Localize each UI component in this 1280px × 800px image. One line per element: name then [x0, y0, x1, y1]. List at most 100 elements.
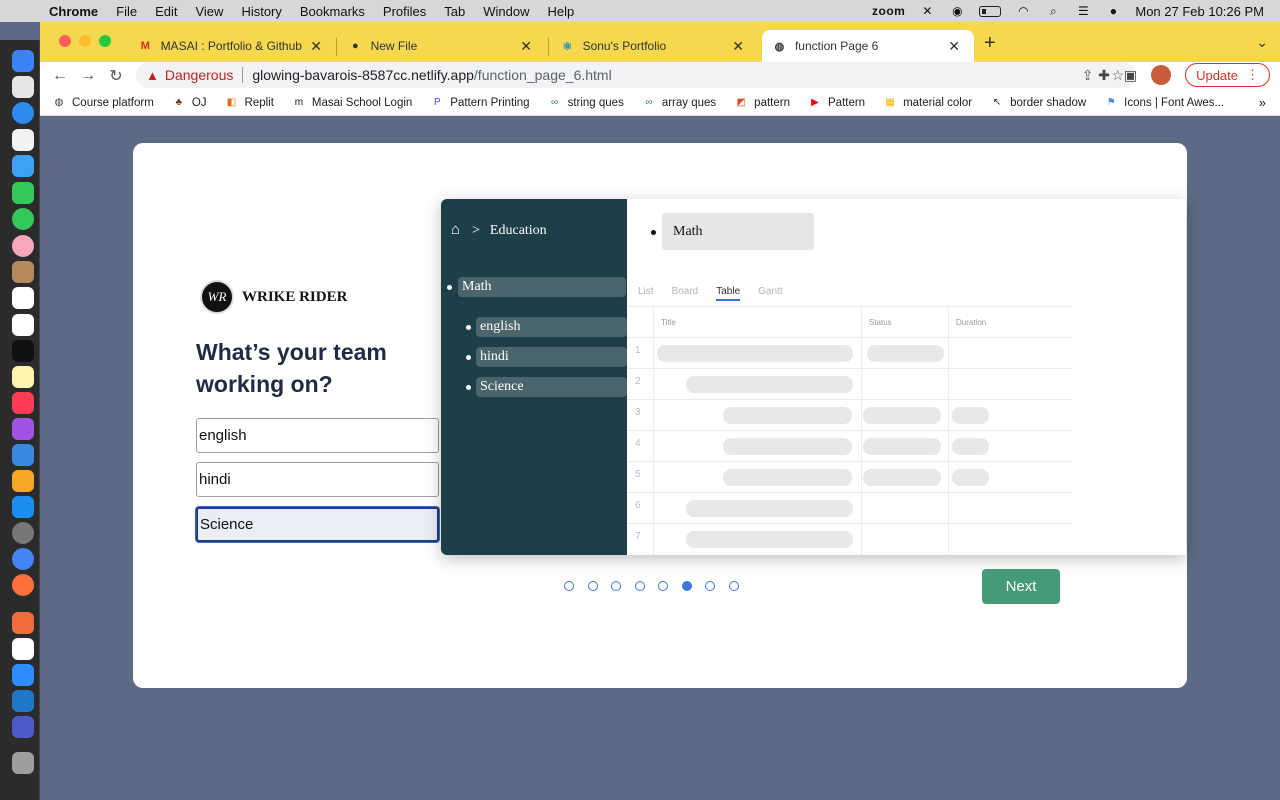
menu-profiles[interactable]: Profiles [374, 4, 435, 19]
reload-icon[interactable]: ↻ [102, 66, 130, 86]
reminders-dock-icon[interactable] [12, 314, 34, 336]
notes-dock-icon[interactable] [12, 366, 34, 388]
app-store-dock-icon[interactable] [12, 496, 34, 518]
pager-dot[interactable] [705, 581, 715, 591]
bookmark-item[interactable]: ∞ array ques [642, 96, 716, 110]
facetime-dock-icon[interactable] [12, 182, 34, 204]
next-button[interactable]: Next [982, 569, 1060, 604]
bookmark-item[interactable]: ↖ border shadow [990, 96, 1086, 110]
menu-app-name[interactable]: Chrome [40, 4, 107, 19]
safari-dock-icon[interactable] [12, 102, 34, 124]
bookmark-item[interactable]: ◍ Course platform [52, 96, 154, 110]
team-input-1[interactable] [196, 418, 439, 453]
minimize-window-button[interactable] [79, 35, 91, 47]
team-input-3[interactable] [196, 507, 439, 542]
more-bookmarks-chevron-icon[interactable]: » [1259, 95, 1280, 110]
zoom-dock-icon[interactable] [12, 664, 34, 686]
close-window-button[interactable] [59, 35, 71, 47]
tab-function-page-6[interactable]: ◍ function Page 6 ✕ [762, 30, 974, 62]
wifi-icon[interactable]: ◠ [1015, 4, 1031, 18]
menu-help[interactable]: Help [539, 4, 584, 19]
maximize-window-button[interactable] [99, 35, 111, 47]
battery-icon[interactable] [979, 5, 1002, 17]
menu-window[interactable]: Window [474, 4, 538, 19]
menu-edit[interactable]: Edit [146, 4, 186, 19]
tv-dock-icon[interactable] [12, 340, 34, 362]
close-tab-icon[interactable]: ✕ [944, 38, 964, 55]
tab-sonu-portfolio[interactable]: ⚛ Sonu's Portfolio ✕ [550, 30, 758, 62]
chrome-dock-icon[interactable] [12, 548, 34, 570]
bookmark-item[interactable]: ⚑ Icons | Font Awes... [1104, 96, 1224, 110]
bookmark-item[interactable]: m Masai School Login [292, 96, 413, 110]
bookmark-item[interactable]: P Pattern Printing [430, 96, 530, 110]
pager-dot[interactable] [564, 581, 574, 591]
security-status-label[interactable]: Dangerous [165, 67, 234, 83]
mail-dock-icon[interactable] [12, 155, 34, 177]
pager-dot[interactable] [658, 581, 668, 591]
side-panel-icon[interactable]: ▣ [1124, 67, 1137, 84]
photos-dock-icon[interactable] [12, 235, 34, 257]
forward-arrow-icon[interactable]: → [74, 67, 102, 85]
close-tab-icon[interactable]: ✕ [728, 38, 748, 55]
back-arrow-icon[interactable]: ← [46, 67, 74, 85]
menu-view[interactable]: View [186, 4, 232, 19]
menubar-clock[interactable]: Mon 27 Feb 10:26 PM [1135, 4, 1264, 19]
spotlight-search-icon[interactable]: ⌕ [1045, 4, 1061, 18]
launchpad-dock-icon[interactable] [12, 76, 34, 98]
menu-file[interactable]: File [107, 4, 146, 19]
bookmark-item[interactable]: ♣ OJ [172, 96, 207, 110]
menu-bookmarks[interactable]: Bookmarks [291, 4, 374, 19]
tab-strip: M MASAI : Portfolio & Github Fee ✕ ● New… [40, 22, 1280, 62]
update-button[interactable]: Update ⋮ [1185, 63, 1270, 87]
bookmark-item[interactable]: ◧ Replit [225, 96, 274, 110]
pager-dot[interactable] [634, 581, 645, 591]
slack-dock-icon[interactable] [12, 638, 34, 660]
mic-off-icon[interactable]: ✕ [919, 4, 935, 18]
user-account-icon[interactable]: ◉ [949, 4, 965, 18]
bookmark-item[interactable]: ▦ material color [883, 96, 972, 110]
warning-triangle-icon[interactable]: ▲ [146, 68, 159, 83]
zoom-status-label[interactable]: zoom [872, 4, 905, 18]
extensions-puzzle-icon[interactable]: ✚ [1098, 67, 1110, 84]
teams-dock-icon[interactable] [12, 716, 34, 738]
profile-avatar[interactable] [1151, 65, 1172, 85]
tab-new-file[interactable]: ● New File ✕ [338, 30, 546, 62]
share-icon[interactable]: ⇪ [1082, 67, 1094, 84]
table-line [627, 523, 1073, 524]
system-settings-dock-icon[interactable] [12, 522, 34, 544]
music-dock-icon[interactable] [12, 392, 34, 414]
tab-masai[interactable]: M MASAI : Portfolio & Github Fee ✕ [128, 30, 336, 62]
maps-dock-icon[interactable] [12, 129, 34, 151]
table-line [627, 430, 1073, 431]
tab-search-chevron-icon[interactable]: ⌄ [1256, 34, 1268, 51]
trash-dock-icon[interactable] [12, 752, 34, 774]
address-bar[interactable]: ▲ Dangerous glowing-bavarois-8587cc.netl… [136, 62, 1136, 88]
menu-tab[interactable]: Tab [435, 4, 474, 19]
control-center-icon[interactable]: ☰ [1075, 4, 1091, 18]
postman-dock-icon[interactable] [12, 612, 34, 634]
new-tab-plus-icon[interactable]: + [984, 32, 996, 55]
pager-dot[interactable] [587, 581, 598, 591]
close-tab-icon[interactable]: ✕ [306, 38, 326, 55]
vscode-dock-icon[interactable] [12, 690, 34, 712]
contacts-dock-icon[interactable] [12, 261, 34, 283]
bookmark-item[interactable]: ▶ Pattern [808, 96, 865, 110]
team-input-2[interactable] [196, 462, 439, 497]
firefox-dock-icon[interactable] [12, 574, 34, 596]
menu-history[interactable]: History [232, 4, 290, 19]
calendar-dock-icon[interactable] [12, 287, 34, 309]
messages-dock-icon[interactable] [12, 208, 34, 230]
bookmark-item[interactable]: ∞ string ques [548, 96, 624, 110]
pages-dock-icon[interactable] [12, 470, 34, 492]
keynote-dock-icon[interactable] [12, 444, 34, 466]
siri-icon[interactable]: ● [1105, 4, 1121, 18]
podcasts-dock-icon[interactable] [12, 418, 34, 440]
pager-dot[interactable] [681, 581, 692, 591]
pager-dot[interactable] [611, 581, 621, 591]
finder-dock-icon[interactable] [12, 50, 34, 72]
pager-dot[interactable] [728, 581, 739, 591]
close-tab-icon[interactable]: ✕ [516, 38, 536, 55]
bookmark-item[interactable]: ◩ pattern [734, 96, 790, 110]
brand-name: WRIKE RIDER [242, 288, 348, 305]
tab-divider [336, 38, 337, 56]
